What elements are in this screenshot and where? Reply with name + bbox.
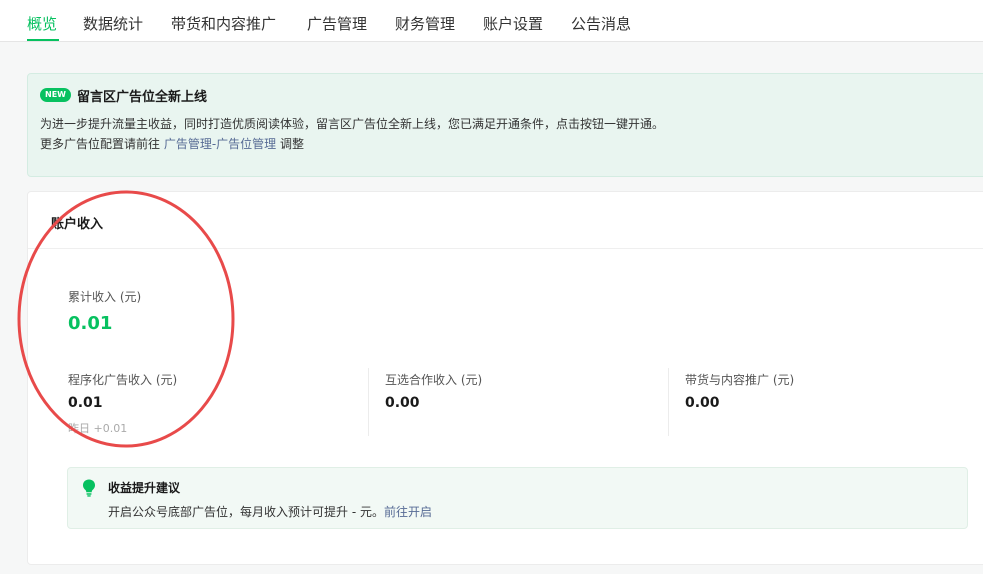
- total-income-label: 累计收入 (元): [68, 290, 142, 304]
- tab-ad-management[interactable]: 广告管理: [307, 14, 367, 34]
- notice-hint-suffix: 调整: [276, 137, 304, 151]
- notice-hint-prefix: 更多广告位配置请前往: [40, 137, 164, 151]
- metric-divider: [668, 368, 669, 436]
- account-income-card: 账户收入 累计收入 (元) 0.01 程序化广告收入 (元) 0.01 昨日 +…: [27, 191, 983, 565]
- top-navigation: 概览 数据统计 带货和内容推广 广告管理 财务管理 账户设置 公告消息: [0, 0, 983, 42]
- tab-account-settings[interactable]: 账户设置: [483, 14, 543, 34]
- suggestion-description: 开启公众号底部广告位，每月收入预计可提升 - 元。: [108, 505, 384, 519]
- mutual-selection-income-label: 互选合作收入 (元): [385, 373, 483, 387]
- notice-description: 为进一步提升流量主收益，同时打造优质阅读体验，留言区广告位全新上线，您已满足开通…: [40, 117, 665, 131]
- card-title: 账户收入: [51, 217, 104, 232]
- suggestion-text: 开启公众号底部广告位，每月收入预计可提升 - 元。前往开启: [108, 503, 432, 520]
- suggestion-title: 收益提升建议: [108, 481, 181, 495]
- tab-finance[interactable]: 财务管理: [395, 14, 455, 34]
- ad-slot-management-link[interactable]: 广告管理-广告位管理: [164, 137, 276, 151]
- tab-overview[interactable]: 概览: [27, 14, 57, 34]
- notice-title: 留言区广告位全新上线: [77, 90, 208, 105]
- mutual-selection-income-value: 0.00: [385, 395, 420, 411]
- commerce-promotion-income-value: 0.00: [685, 395, 720, 411]
- programmatic-ad-income-value: 0.01: [68, 395, 103, 411]
- active-tab-indicator: [27, 39, 59, 41]
- card-divider: [28, 248, 983, 249]
- tab-data-statistics[interactable]: 数据统计: [83, 14, 143, 34]
- programmatic-ad-income-label: 程序化广告收入 (元): [68, 373, 178, 387]
- metric-divider: [368, 368, 369, 436]
- tab-commerce-promotion[interactable]: 带货和内容推广: [171, 14, 276, 34]
- new-badge: NEW: [40, 88, 71, 102]
- yesterday-change: 昨日 +0.01: [68, 422, 128, 435]
- notice-banner: NEW 留言区广告位全新上线 为进一步提升流量主收益，同时打造优质阅读体验，留言…: [27, 73, 983, 177]
- income-suggestion-box: 收益提升建议 开启公众号底部广告位，每月收入预计可提升 - 元。前往开启: [67, 467, 968, 529]
- total-income-value: 0.01: [68, 313, 113, 334]
- lightbulb-icon: [83, 479, 95, 497]
- commerce-promotion-income-label: 带货与内容推广 (元): [685, 373, 795, 387]
- tab-announcements[interactable]: 公告消息: [571, 14, 631, 34]
- enable-now-link[interactable]: 前往开启: [384, 505, 432, 519]
- notice-config-hint: 更多广告位配置请前往 广告管理-广告位管理 调整: [40, 135, 304, 152]
